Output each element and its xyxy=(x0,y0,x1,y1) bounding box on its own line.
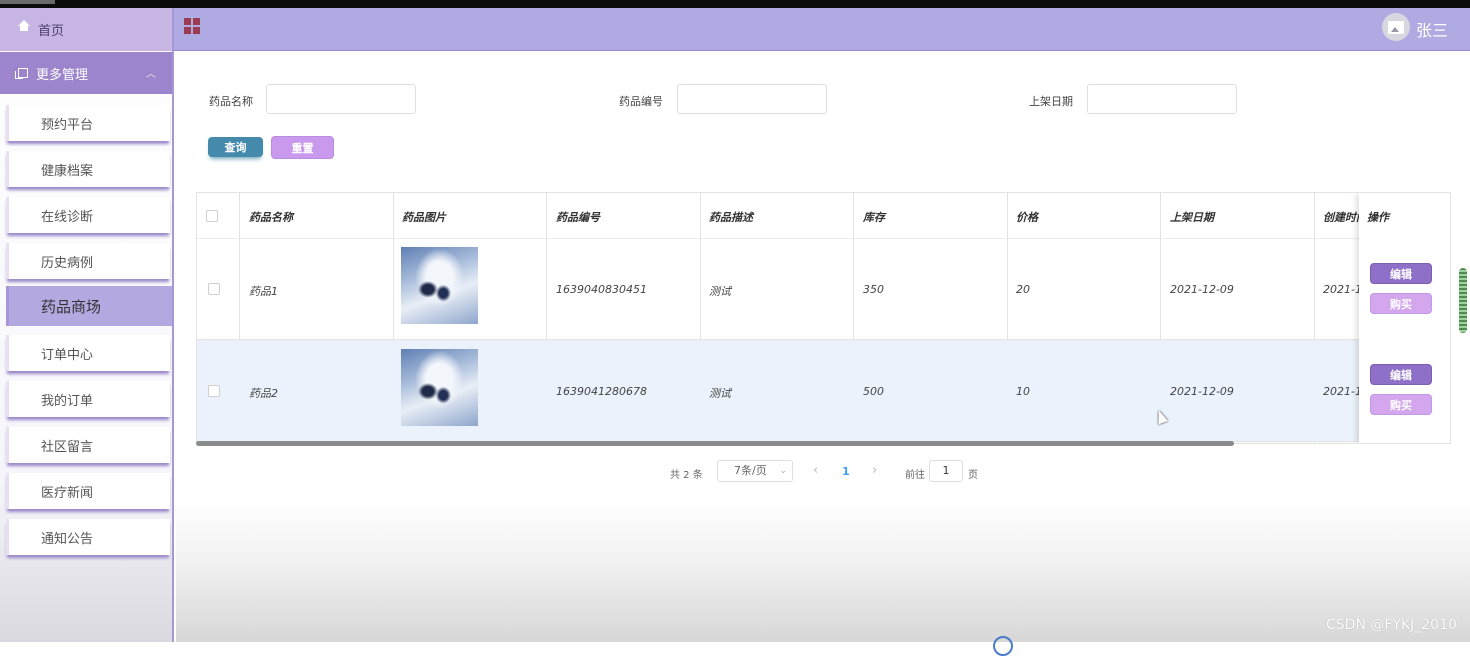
sidebar-item-notices[interactable]: 通知公告 xyxy=(6,519,170,555)
cell-stock: 500 xyxy=(863,385,884,398)
column-header[interactable]: 上架日期 xyxy=(1170,209,1214,225)
sidebar-home-label: 首页 xyxy=(38,24,65,39)
edit-button[interactable]: 编辑 xyxy=(1370,364,1432,385)
drug-image xyxy=(401,349,478,426)
column-header[interactable]: 创建时间 xyxy=(1323,209,1359,225)
sidebar-item-online-diagnosis[interactable]: 在线诊断 xyxy=(6,197,170,233)
operation-column: 操作 编辑 购买 编辑 购买 xyxy=(1359,193,1450,443)
cell-drug-desc: 测试 xyxy=(709,387,731,400)
avatar[interactable] xyxy=(1382,13,1410,41)
chevron-down-icon: ⌄ xyxy=(779,466,787,476)
horizontal-scrollbar[interactable] xyxy=(196,441,1234,446)
goto-suffix: 页 xyxy=(968,470,978,481)
sidebar: 首页 更多管理 ︿ 预约平台 健康档案 在线诊断 历史病例 药品商场 订单中心 … xyxy=(0,8,174,642)
sidebar-item-label: 在线诊断 xyxy=(41,209,94,225)
column-header[interactable]: 药品描述 xyxy=(709,209,753,225)
column-header[interactable]: 价格 xyxy=(1016,209,1038,225)
shelf-date-label: 上架日期 xyxy=(1029,95,1073,108)
next-page-icon[interactable]: › xyxy=(872,463,877,478)
buy-button[interactable]: 购买 xyxy=(1370,394,1432,415)
current-page[interactable]: 1 xyxy=(842,465,850,478)
cell-drug-name: 药品2 xyxy=(249,387,278,400)
reset-button[interactable]: 重置 xyxy=(271,136,334,159)
cell-shelf-date: 2021-12-09 xyxy=(1170,283,1234,296)
copy-icon xyxy=(15,68,28,79)
sidebar-item-community[interactable]: 社区留言 xyxy=(6,427,170,463)
page-size-value: 7条/页 xyxy=(734,464,767,477)
top-strip-tab xyxy=(0,0,55,4)
top-header: 张三 xyxy=(174,8,1470,51)
sidebar-item-home[interactable]: 首页 xyxy=(0,8,172,51)
sidebar-item-label: 我的订单 xyxy=(41,393,94,409)
sidebar-item-label: 健康档案 xyxy=(41,163,94,179)
sidebar-group-more[interactable]: 更多管理 ︿ xyxy=(0,52,172,94)
pagination-total: 共 2 条 xyxy=(670,470,703,481)
drug-image xyxy=(401,247,478,324)
column-header[interactable]: 药品名称 xyxy=(249,209,293,225)
shelf-date-input[interactable] xyxy=(1087,84,1237,114)
column-header[interactable]: 药品图片 xyxy=(402,209,446,225)
sidebar-item-order-center[interactable]: 订单中心 xyxy=(6,335,170,371)
goto-label: 前往 xyxy=(905,470,925,481)
select-all-checkbox[interactable] xyxy=(206,210,218,222)
cell-drug-desc: 测试 xyxy=(709,285,731,298)
prev-page-icon[interactable]: ‹ xyxy=(813,463,818,478)
sidebar-item-health-record[interactable]: 健康档案 xyxy=(6,151,170,187)
cell-price: 10 xyxy=(1016,385,1030,398)
buy-button[interactable]: 购买 xyxy=(1370,293,1432,314)
column-header: 操作 xyxy=(1367,211,1389,224)
row-checkbox[interactable] xyxy=(208,283,220,295)
column-header[interactable]: 库存 xyxy=(863,209,885,225)
sidebar-item-label: 订单中心 xyxy=(41,347,94,363)
home-icon xyxy=(18,19,30,35)
row-checkbox[interactable] xyxy=(208,385,220,397)
drug-code-input[interactable] xyxy=(677,84,827,114)
sidebar-item-label: 通知公告 xyxy=(41,531,94,547)
sidebar-item-drug-mall[interactable]: 药品商场 xyxy=(6,286,172,326)
drug-name-label: 药品名称 xyxy=(209,95,253,108)
chevron-up-icon: ︿ xyxy=(146,69,156,80)
cell-drug-name: 药品1 xyxy=(249,285,278,298)
table-header: 药品名称 药品图片 药品编号 药品描述 库存 价格 上架日期 创建时间 xyxy=(197,193,1450,239)
sidebar-group-label: 更多管理 xyxy=(36,67,89,83)
drug-table: 药品名称 药品图片 药品编号 药品描述 库存 价格 上架日期 创建时间 药品1 … xyxy=(196,192,1451,444)
cell-shelf-date: 2021-12-09 xyxy=(1170,385,1234,398)
cell-stock: 350 xyxy=(863,283,884,296)
user-name[interactable]: 张三 xyxy=(1416,17,1448,41)
cell-created-time: 2021-12 xyxy=(1323,385,1359,398)
cell-price: 20 xyxy=(1016,283,1030,296)
query-button[interactable]: 查询 xyxy=(208,137,263,157)
drug-name-input[interactable] xyxy=(266,84,416,114)
sidebar-item-label: 社区留言 xyxy=(41,439,94,455)
browser-top-strip xyxy=(0,0,1470,13)
sidebar-item-booking[interactable]: 预约平台 xyxy=(6,105,170,141)
watermark: CSDN @FYKJ_2010 xyxy=(1326,617,1457,633)
image-icon xyxy=(1388,20,1404,34)
edit-button[interactable]: 编辑 xyxy=(1370,263,1432,284)
sidebar-item-label: 医疗新闻 xyxy=(41,485,94,501)
page-background-fade xyxy=(176,500,1470,642)
vertical-scrollbar[interactable] xyxy=(1459,268,1467,333)
table-row[interactable]: 药品1 1639040830451 测试 350 20 2021-12-09 2… xyxy=(197,238,1450,340)
sidebar-item-history-cases[interactable]: 历史病例 xyxy=(6,243,170,279)
sidebar-item-label: 预约平台 xyxy=(41,117,94,133)
sidebar-item-label: 药品商场 xyxy=(41,297,102,316)
goto-page-input[interactable]: 1 xyxy=(929,460,963,482)
cell-drug-code: 1639040830451 xyxy=(556,283,647,296)
column-header[interactable]: 药品编号 xyxy=(556,209,600,225)
sidebar-item-medical-news[interactable]: 医疗新闻 xyxy=(6,473,170,509)
menu-grid-icon[interactable] xyxy=(184,18,200,34)
sidebar-item-my-orders[interactable]: 我的订单 xyxy=(6,381,170,417)
page-size-select[interactable]: 7条/页 ⌄ xyxy=(717,460,793,482)
sidebar-item-label: 历史病例 xyxy=(41,255,94,271)
table-row[interactable]: 药品2 1639041280678 测试 500 10 2021-12-09 2… xyxy=(197,340,1450,442)
cell-created-time: 2021-12 xyxy=(1323,283,1359,296)
circle-indicator xyxy=(993,636,1013,656)
cell-drug-code: 1639041280678 xyxy=(556,385,647,398)
drug-code-label: 药品编号 xyxy=(619,95,663,108)
